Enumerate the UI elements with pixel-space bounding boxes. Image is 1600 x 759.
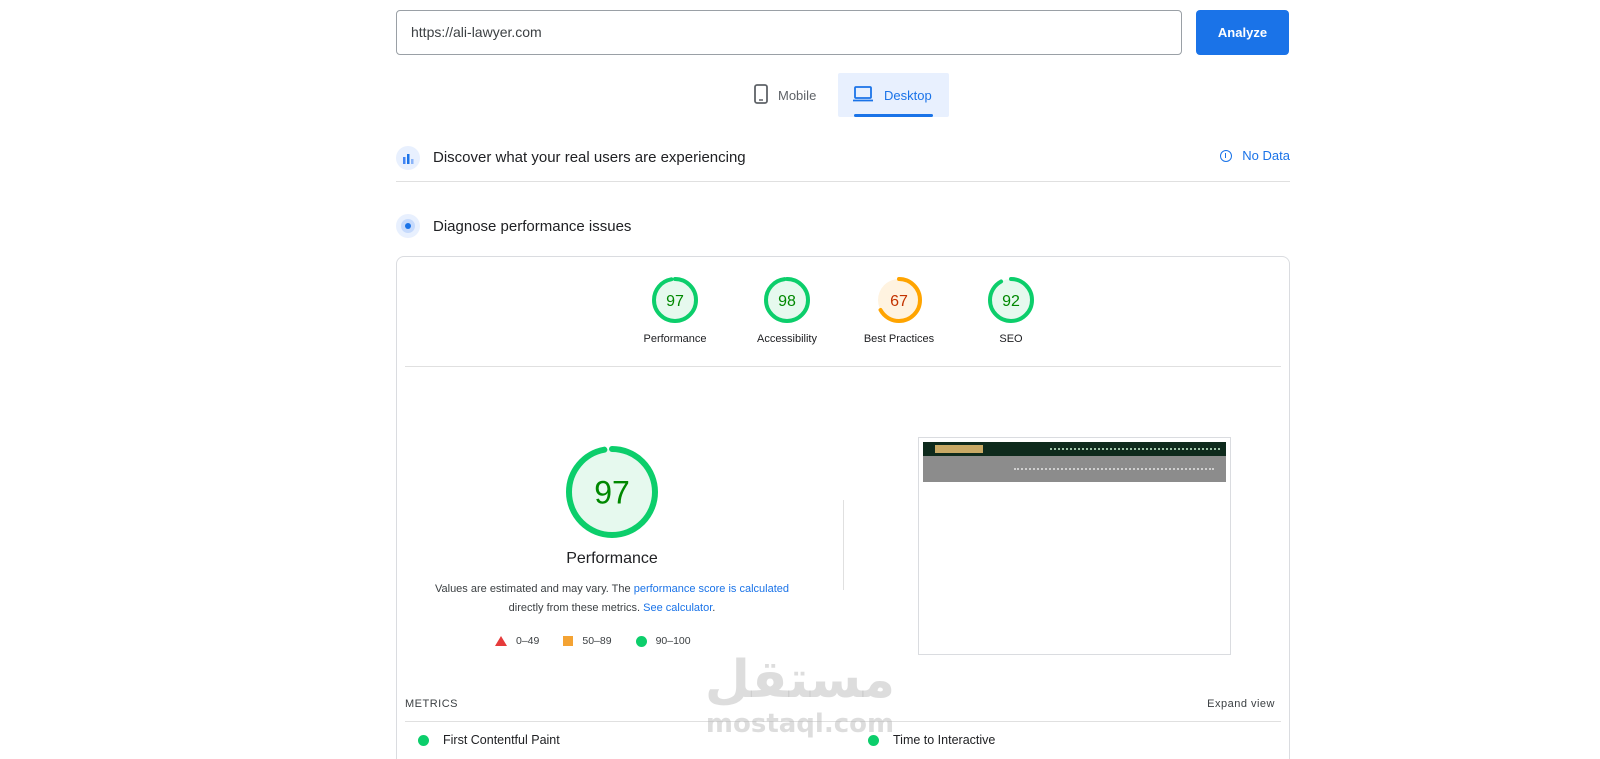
watermark-latin: mostaql.com xyxy=(705,709,895,739)
metrics-heading: METRICS xyxy=(405,698,458,710)
watermark: مستقل mostaql.com xyxy=(700,650,900,738)
no-data-link[interactable]: No Data xyxy=(1220,148,1290,163)
users-chart-icon xyxy=(396,145,420,170)
crux-title: Discover what your real users are experi… xyxy=(433,149,746,166)
metric-fcp: First Contentful Paint xyxy=(418,733,560,747)
tab-desktop-label: Desktop xyxy=(884,87,932,103)
laptop-icon xyxy=(852,85,874,105)
thumbnail-header xyxy=(923,442,1226,456)
expand-view-toggle[interactable]: Expand view xyxy=(1207,698,1275,710)
performance-title: Performance xyxy=(566,550,658,567)
crux-section-header: Discover what your real users are experi… xyxy=(396,134,1290,182)
url-input[interactable]: https://ali-lawyer.com xyxy=(396,10,1182,55)
gauge-label: Accessibility xyxy=(757,333,817,345)
green-circle-icon xyxy=(418,734,429,746)
desc-text-3: . xyxy=(712,602,716,614)
legend-item-average: 50–89 xyxy=(563,635,612,647)
gauge-score-text: 92 xyxy=(1002,293,1020,310)
vertical-divider xyxy=(843,500,844,590)
legend-range-pass: 90–100 xyxy=(655,635,691,647)
performance-description: Values are estimated and may vary. The p… xyxy=(422,580,802,618)
diagnose-section-header: Diagnose performance issues xyxy=(396,208,1290,244)
thumbnail-hero xyxy=(923,456,1226,482)
analyze-button[interactable]: Analyze xyxy=(1196,10,1289,55)
legend-item-pass: 90–100 xyxy=(635,635,691,647)
desc-text-2: directly from these metrics. xyxy=(508,602,644,614)
thumbnail-nav-text xyxy=(1050,448,1220,450)
lighthouse-icon xyxy=(396,214,420,238)
legend-range-average: 50–89 xyxy=(582,635,612,647)
score-calculated-link[interactable]: performance score is calculated xyxy=(634,583,789,595)
red-triangle-icon xyxy=(495,636,507,646)
performance-gauge-large: 97 xyxy=(566,446,658,543)
active-tab-indicator xyxy=(854,114,933,117)
gauge-label: SEO xyxy=(999,333,1023,345)
gauge-label: Best Practices xyxy=(863,333,935,345)
tab-mobile-label: Mobile xyxy=(778,87,817,103)
tab-desktop[interactable]: Desktop xyxy=(838,73,949,117)
metric-fcp-label: First Contentful Paint xyxy=(443,733,560,747)
gauges-divider xyxy=(405,366,1281,367)
watermark-arabic: مستقل xyxy=(704,650,896,710)
smartphone-icon xyxy=(754,83,768,107)
gauge-seo[interactable]: 92 SEO xyxy=(961,277,1061,345)
gauge-score-text: 97 xyxy=(594,475,630,511)
thumbnail-hero-text xyxy=(1014,468,1214,470)
gauge-performance[interactable]: 97 Performance xyxy=(625,277,725,345)
orange-square-icon xyxy=(563,636,574,646)
gauge-score-text: 98 xyxy=(778,293,796,310)
page-screenshot-thumbnail[interactable] xyxy=(918,437,1231,655)
info-icon xyxy=(1220,149,1233,162)
thumbnail-header-button xyxy=(935,445,983,453)
gauge-score-text: 67 xyxy=(890,293,908,310)
gauge-label: Performance xyxy=(643,333,707,345)
diagnose-title: Diagnose performance issues xyxy=(433,217,632,235)
gauge-best-practices[interactable]: 67 Best Practices xyxy=(849,277,949,345)
legend-range-fail: 0–49 xyxy=(516,635,540,647)
desc-text-1: Values are estimated and may vary. The xyxy=(434,583,634,595)
green-circle-icon xyxy=(635,635,647,647)
score-legend: 0–49 50–89 90–100 xyxy=(495,635,715,647)
gauge-score-text: 97 xyxy=(666,293,684,310)
gauge-accessibility[interactable]: 98 Accessibility xyxy=(737,277,837,345)
legend-item-fail: 0–49 xyxy=(495,635,539,647)
tab-mobile[interactable]: Mobile xyxy=(740,73,830,117)
no-data-label: No Data xyxy=(1242,148,1290,163)
metric-tti-label: Time to Interactive xyxy=(893,733,996,747)
see-calculator-link[interactable]: See calculator xyxy=(643,602,712,614)
